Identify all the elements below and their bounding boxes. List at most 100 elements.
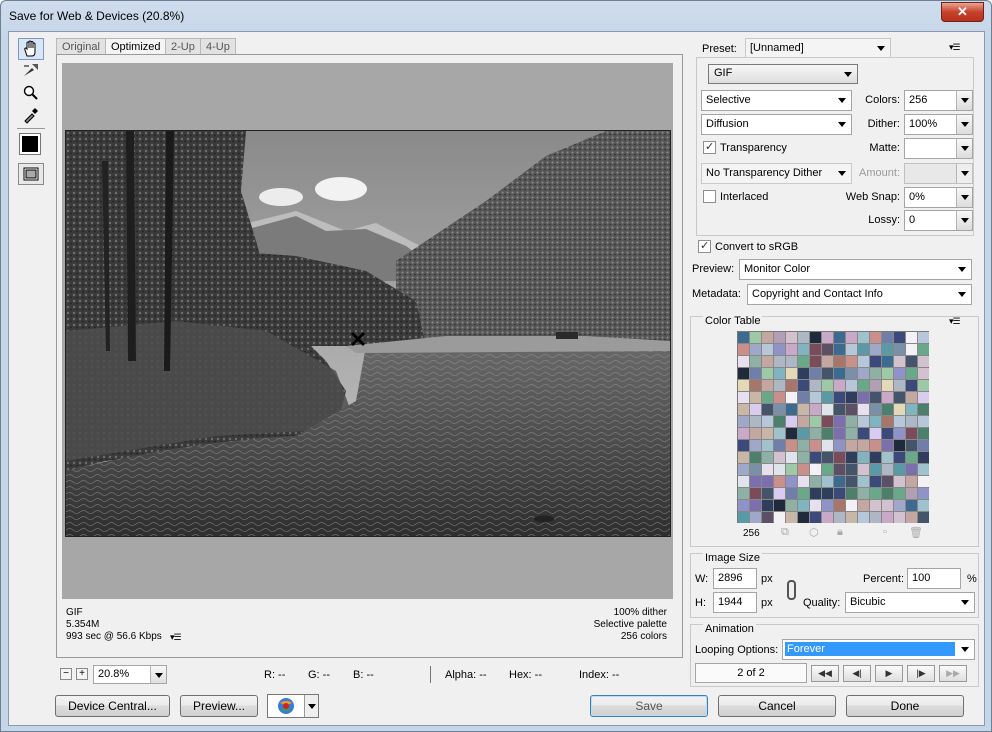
web-snap-field[interactable]: 0%: [904, 187, 973, 208]
color-swatch[interactable]: [822, 368, 833, 379]
color-swatch[interactable]: [810, 476, 821, 487]
color-swatch[interactable]: [858, 428, 869, 439]
color-swatch[interactable]: [918, 428, 929, 439]
color-swatch[interactable]: [858, 404, 869, 415]
color-swatch[interactable]: [762, 416, 773, 427]
color-swatch[interactable]: [894, 428, 905, 439]
color-swatch[interactable]: [762, 476, 773, 487]
color-swatch[interactable]: [834, 512, 845, 523]
color-swatch[interactable]: [918, 416, 929, 427]
color-swatch[interactable]: [810, 344, 821, 355]
color-swatch[interactable]: [798, 380, 809, 391]
color-swatch[interactable]: [774, 392, 785, 403]
lock-color-icon[interactable]: 🔒︎: [837, 526, 843, 539]
color-swatch[interactable]: [786, 416, 797, 427]
color-swatch[interactable]: [834, 380, 845, 391]
lossy-field[interactable]: 0: [904, 210, 973, 231]
color-swatch[interactable]: [810, 404, 821, 415]
color-swatch[interactable]: [882, 368, 893, 379]
color-swatch[interactable]: [846, 428, 857, 439]
color-swatch[interactable]: [738, 440, 749, 451]
color-swatch[interactable]: [810, 440, 821, 451]
color-swatch[interactable]: [810, 428, 821, 439]
new-color-icon[interactable]: ▫: [883, 526, 887, 538]
color-swatch[interactable]: [882, 404, 893, 415]
color-swatch[interactable]: [906, 380, 917, 391]
color-swatch[interactable]: [846, 368, 857, 379]
color-swatch[interactable]: [870, 452, 881, 463]
color-swatch[interactable]: [810, 356, 821, 367]
color-swatch[interactable]: [762, 332, 773, 343]
color-swatch[interactable]: [738, 500, 749, 511]
zoom-in-button[interactable]: +: [76, 668, 88, 680]
color-swatch[interactable]: [822, 380, 833, 391]
color-swatch[interactable]: [846, 440, 857, 451]
optimized-image-preview[interactable]: [65, 130, 671, 537]
color-swatch[interactable]: [858, 464, 869, 475]
color-swatch[interactable]: [738, 428, 749, 439]
color-swatch[interactable]: [870, 356, 881, 367]
color-swatch[interactable]: [882, 416, 893, 427]
color-swatch[interactable]: [798, 452, 809, 463]
color-swatch[interactable]: [882, 428, 893, 439]
dither-field[interactable]: 100%: [904, 114, 973, 135]
color-swatch[interactable]: [906, 332, 917, 343]
eyedropper-tool-icon[interactable]: [18, 104, 44, 126]
play-button[interactable]: ▶: [875, 665, 903, 682]
color-swatch[interactable]: [738, 344, 749, 355]
color-swatch[interactable]: [906, 392, 917, 403]
color-swatch[interactable]: [846, 476, 857, 487]
color-swatch[interactable]: [846, 452, 857, 463]
color-swatch[interactable]: [786, 356, 797, 367]
color-swatch[interactable]: [750, 512, 761, 523]
color-swatch[interactable]: [786, 404, 797, 415]
color-swatch[interactable]: [918, 512, 929, 523]
color-swatch[interactable]: [870, 440, 881, 451]
color-swatch[interactable]: [822, 488, 833, 499]
width-field[interactable]: 2896: [713, 568, 757, 589]
color-swatch[interactable]: [834, 488, 845, 499]
color-swatch[interactable]: [918, 380, 929, 391]
color-swatch[interactable]: [906, 428, 917, 439]
color-swatch[interactable]: [846, 344, 857, 355]
zoom-out-button[interactable]: −: [60, 668, 72, 680]
color-swatch[interactable]: [810, 464, 821, 475]
color-swatch[interactable]: [882, 344, 893, 355]
color-swatch[interactable]: [870, 380, 881, 391]
color-swatch[interactable]: [786, 452, 797, 463]
color-swatch[interactable]: [894, 512, 905, 523]
color-swatch[interactable]: [750, 428, 761, 439]
color-swatch[interactable]: [786, 344, 797, 355]
color-swatch[interactable]: [834, 368, 845, 379]
color-swatch[interactable]: [858, 380, 869, 391]
color-swatch[interactable]: [774, 332, 785, 343]
color-swatch[interactable]: [870, 476, 881, 487]
color-swatch[interactable]: [870, 404, 881, 415]
constrain-proportions-link-icon[interactable]: [787, 580, 796, 600]
color-swatch[interactable]: [918, 332, 929, 343]
color-swatch[interactable]: [774, 428, 785, 439]
color-swatch[interactable]: [858, 476, 869, 487]
color-swatch[interactable]: [894, 440, 905, 451]
color-swatch[interactable]: [918, 440, 929, 451]
hand-tool-icon[interactable]: [18, 38, 44, 60]
color-swatch[interactable]: [774, 344, 785, 355]
color-swatch[interactable]: [774, 476, 785, 487]
color-swatch[interactable]: [834, 464, 845, 475]
convert-srgb-checkbox[interactable]: [698, 239, 711, 253]
color-swatch[interactable]: [906, 452, 917, 463]
color-swatch[interactable]: [798, 332, 809, 343]
color-swatch[interactable]: [918, 368, 929, 379]
color-swatch[interactable]: [738, 512, 749, 523]
color-swatch[interactable]: [882, 332, 893, 343]
color-swatch[interactable]: [894, 344, 905, 355]
colors-field[interactable]: 256: [904, 90, 973, 111]
metadata-select[interactable]: Copyright and Contact Info: [747, 284, 972, 305]
color-table-menu-icon[interactable]: ▾☰: [949, 316, 961, 327]
browser-dropdown-button[interactable]: [304, 695, 318, 717]
color-swatch[interactable]: [810, 380, 821, 391]
color-swatch[interactable]: [846, 392, 857, 403]
transparency-checkbox[interactable]: [703, 140, 716, 154]
color-swatch[interactable]: [834, 428, 845, 439]
color-swatch[interactable]: [750, 464, 761, 475]
